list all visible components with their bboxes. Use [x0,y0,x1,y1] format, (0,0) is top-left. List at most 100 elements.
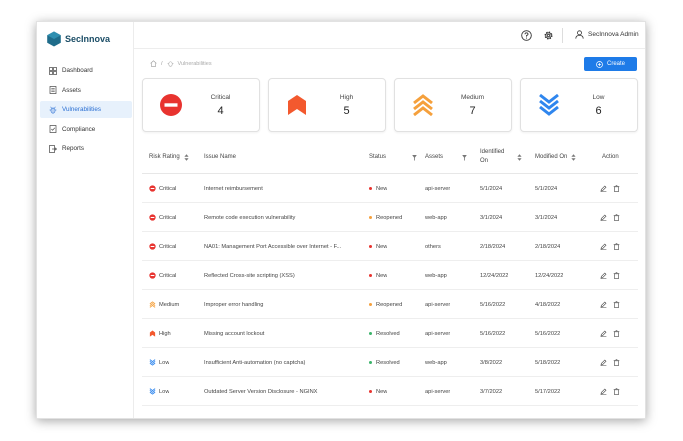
issue-cell[interactable]: Outdated Server Version Disclosure - NGI… [204,377,362,406]
user-menu[interactable]: SecInnova Admin [575,30,639,39]
create-button[interactable]: Create [584,57,637,71]
summary-card-medium[interactable]: Medium 7 [394,78,512,132]
column-status[interactable]: Status [369,140,417,174]
status-dot [369,187,372,190]
trash-icon[interactable] [613,243,620,250]
sidebar-nav: Dashboard Assets Vulnerabilities Complia… [40,62,132,160]
issue-cell[interactable]: Improper error handling [204,290,362,319]
table-row[interactable]: Low Outdated Server Version Disclosure - … [142,377,638,406]
status-dot [369,274,372,277]
sort-icon[interactable] [184,153,189,161]
risk-label: Critical [159,214,177,221]
column-label: Identified On [480,148,504,166]
trash-icon[interactable] [613,214,620,221]
table-row[interactable]: High Missing account lockout Resolved api-s… [142,319,638,348]
summary-card-high[interactable]: High 5 [268,78,386,132]
edit-icon[interactable] [600,214,607,221]
trash-icon[interactable] [613,301,620,308]
trash-icon[interactable] [613,388,620,395]
status-cell: New [369,261,387,290]
table-row[interactable]: Critical Internet reimbursement New api-ser… [142,174,638,203]
column-modified-on[interactable]: Modified On [535,140,576,174]
sidebar-item-reports[interactable]: Reports [40,140,132,157]
issue-cell[interactable]: NA01: Management Port Accessible over In… [204,232,362,261]
asset-cell: api-server [425,319,450,348]
column-label-line: On [480,158,489,164]
status-dot [369,361,372,364]
issue-cell[interactable]: Reflected Cross-site scripting (XSS) [204,261,362,290]
trash-icon[interactable] [613,272,620,279]
sidebar-item-compliance[interactable]: Compliance [40,121,132,138]
table-row[interactable]: Critical NA01: Management Port Accessible… [142,232,638,261]
sidebar-item-label: Dashboard [62,67,93,74]
asset-cell: api-server [425,290,450,319]
column-issue-name[interactable]: Issue Name [204,140,236,174]
help-icon[interactable] [521,30,532,41]
asset-label: api-server [425,185,451,192]
status-dot [369,216,372,219]
action-cell [600,203,626,232]
bug-icon [167,61,174,67]
status-label: New [376,272,388,279]
brand-logo[interactable]: SecInnova [46,31,110,47]
sort-icon[interactable] [517,153,522,161]
summary-count: 5 [343,105,350,117]
modified-date: 5/18/2022 [535,359,561,366]
table-row[interactable]: Critical Remote code execution vulnerabil… [142,203,638,232]
bug-icon [49,106,57,114]
breadcrumb-current[interactable]: Vulnerabilities [178,61,212,67]
column-risk-rating[interactable]: Risk Rating [149,140,189,174]
summary-card-critical[interactable]: Critical 4 [142,78,260,132]
modified-date: 3/1/2024 [535,214,558,221]
column-identified-on[interactable]: Identified On [480,140,522,174]
modified-date: 2/18/2024 [535,243,561,250]
modified-cell: 12/24/2022 [535,261,563,290]
asset-label: web-app [425,214,447,221]
table-row[interactable]: Critical Reflected Cross-site scripting (… [142,261,638,290]
edit-icon[interactable] [600,301,607,308]
edit-icon[interactable] [600,359,607,366]
issue-cell[interactable]: Internet reimbursement [204,174,362,203]
vulnerabilities-table: Risk Rating Issue Name Status Assets Ide… [142,140,638,406]
sidebar-item-dashboard[interactable]: Dashboard [40,62,132,79]
asset-cell: api-server [425,377,450,406]
sidebar-item-label: Reports [62,145,85,153]
edit-icon[interactable] [600,243,607,250]
identified-date: 3/1/2024 [480,214,503,221]
trash-icon[interactable] [613,359,620,366]
edit-icon[interactable] [600,330,607,337]
action-cell [600,261,626,290]
medium-icon [149,301,156,308]
filter-icon[interactable] [412,154,417,161]
critical-icon [149,243,156,250]
table-row[interactable]: Low Insufficient Anti-automation (no capt… [142,348,638,377]
issue-cell[interactable]: Insufficient Anti-automation (no captcha… [204,348,362,377]
table-row[interactable]: Medium Improper error handling Reopened api… [142,290,638,319]
identified-date: 2/18/2024 [480,243,506,250]
gear-icon[interactable] [543,30,554,41]
risk-cell: Critical [149,174,176,203]
trash-icon[interactable] [613,185,620,192]
issue-cell[interactable]: Missing account lockout [204,319,362,348]
summary-card-low[interactable]: Low 6 [520,78,638,132]
summary-cards: Critical 4 High 5 Medium 7 Low 6 [142,78,638,132]
status-cell: Reopened [369,290,402,319]
identified-cell: 5/16/2022 [480,319,505,348]
summary-label: High [339,94,354,101]
column-assets[interactable]: Assets [425,140,467,174]
home-icon[interactable] [150,60,157,67]
action-cell [600,232,626,261]
sidebar-item-assets[interactable]: Assets [40,82,132,99]
sidebar-item-vulnerabilities[interactable]: Vulnerabilities [40,101,132,119]
summary-count: 6 [595,105,602,117]
risk-cell: Critical [149,261,176,290]
filter-icon[interactable] [462,154,467,161]
column-label: Action [602,154,619,160]
edit-icon[interactable] [600,272,607,279]
trash-icon[interactable] [613,330,620,337]
edit-icon[interactable] [600,388,607,395]
column-label: Modified On [535,154,568,160]
edit-icon[interactable] [600,185,607,192]
sort-icon[interactable] [571,153,576,161]
issue-cell[interactable]: Remote code execution vulnerability [204,203,362,232]
